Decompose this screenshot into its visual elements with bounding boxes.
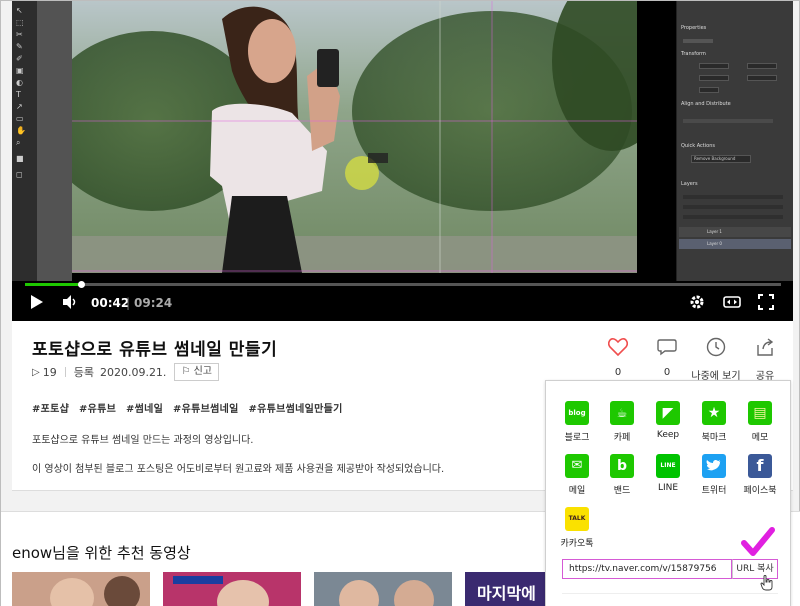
time-separator: | [126,296,131,310]
registered-date: 2020.09.21. [99,365,167,379]
settings-gear-icon[interactable] [689,294,705,315]
view-count-icon: ▷ [32,366,40,378]
share-bookmark-button[interactable]: ★ 북마크 [689,401,739,443]
share-band-button[interactable]: b 밴드 [597,454,647,496]
share-memo-button[interactable]: ▤ 메모 [735,401,785,443]
share-cafe-button[interactable]: ☕ 카페 [597,401,647,443]
popup-divider [562,593,778,594]
comment-button[interactable]: 0 [642,337,692,378]
watch-later-button[interactable]: 나중에 보기 [691,337,741,382]
page-frame: ↖ ⬚ ✂ ✎ ✐ ▣ ◐ T ↗ ▭ ✋ ⌕ ■ ◻ Properties T… [0,0,800,606]
share-button[interactable]: 공유 [740,337,790,382]
ps-quick-actions-title: Quick Actions [681,143,715,149]
hand-cursor-icon [760,575,773,591]
player-controls: 00:42 | 09:24 [12,291,793,317]
hashtag-link[interactable]: #포토샵 [32,404,69,415]
comment-count: 0 [663,367,671,378]
video-title: 포토샵으로 유튜브 썸네일 만들기 [32,340,278,360]
description-line: 포토샵으로 유튜브 썸네일 만드는 과정의 영상입니다. [32,435,254,446]
memo-icon: ▤ [748,401,772,425]
twitter-icon [702,454,726,478]
recommendation-thumbnail[interactable] [12,572,150,606]
video-player[interactable]: ↖ ⬚ ✂ ✎ ✐ ▣ ◐ T ↗ ▭ ✋ ⌕ ■ ◻ Properties T… [12,1,793,321]
bookmark-icon: ★ [702,401,726,425]
ps-align-title: Align and Distribute [681,101,731,107]
progress-bar[interactable] [25,281,781,288]
photoshop-canvas-background [37,1,72,281]
share-mail-button[interactable]: ✉ 메일 [552,454,602,496]
wide-mode-icon[interactable] [723,294,741,315]
play-icon[interactable] [30,294,44,315]
share-icon [740,337,790,361]
facebook-icon: f [748,454,772,478]
share-mail-label: 메일 [568,486,586,496]
hashtag-link[interactable]: #유튜브썸네일만들기 [248,404,342,415]
share-cafe-label: 카페 [613,433,631,443]
band-icon: b [610,454,634,478]
blog-icon: blog [565,401,589,425]
report-button[interactable]: ⚐ 신고 [174,363,219,381]
kakaotalk-icon: TALK [565,507,589,531]
hashtag-list: #포토샵 #유튜브 #썸네일 #유튜브썸네일 #유튜브썸네일만들기 [32,400,343,415]
share-blog-label: 블로그 [564,433,590,443]
view-count: 19 [42,365,57,379]
video-meta: ▷ 19 등록 2020.09.21. ⚐ 신고 [32,363,219,381]
report-flag-icon: ⚐ [181,366,191,377]
share-kakaotalk-button[interactable]: TALK 카카오톡 [552,507,602,549]
comment-icon [642,337,692,361]
cafe-icon: ☕ [610,401,634,425]
volume-icon[interactable] [62,294,78,315]
share-twitter-button[interactable]: 트위터 [689,454,739,496]
share-keep-label: Keep [656,430,680,440]
photoshop-panels: Properties Transform Align and Distribut… [676,1,793,281]
thumbnail-banner-text: 마지막에 [477,584,536,603]
share-kakaotalk-label: 카카오톡 [560,539,594,549]
checkmark-icon [741,527,775,556]
share-keep-button[interactable]: ◤ Keep [643,401,693,440]
recommendation-title: enow님을 위한 추천 동영상 [12,544,191,562]
share-blog-button[interactable]: blog 블로그 [552,401,602,443]
share-line-button[interactable]: LINE LINE [643,454,693,493]
photoshop-toolbar: ↖ ⬚ ✂ ✎ ✐ ▣ ◐ T ↗ ▭ ✋ ⌕ ■ ◻ [12,1,37,281]
hashtag-link[interactable]: #유튜브 [79,404,116,415]
like-count: 0 [614,367,622,378]
keep-icon: ◤ [656,401,680,425]
ps-remove-background-button: Remove Background [691,155,751,163]
ps-layers-title: Layers [681,181,698,187]
like-button[interactable]: 0 [593,337,643,378]
clock-icon [691,337,741,361]
hashtag-link[interactable]: #유튜브썸네일 [173,404,239,415]
share-facebook-button[interactable]: f 페이스북 [735,454,785,496]
report-label: 신고 [193,366,212,377]
heart-icon [593,337,643,361]
girl-with-phone-image [72,1,637,273]
hashtag-link[interactable]: #썸네일 [126,404,163,415]
mail-icon: ✉ [565,454,589,478]
description-line: 이 영상이 첨부된 블로그 포스팅은 어도비로부터 원고료와 제품 사용권을 제… [32,464,445,475]
ps-layer-1: Layer 1 [679,227,791,237]
progress-knob[interactable] [77,281,85,288]
registered-label: 등록 [73,366,94,379]
share-facebook-label: 페이스북 [743,486,777,496]
current-time: 00:42 [91,296,130,310]
line-icon: LINE [656,454,680,478]
fullscreen-icon[interactable] [758,294,774,315]
progress-fill [25,283,81,286]
ps-layer-0: Layer 0 [679,239,791,249]
share-twitter-label: 트위터 [701,486,727,496]
share-band-label: 밴드 [613,486,631,496]
recommendation-thumbnail[interactable] [314,572,452,606]
total-time: 09:24 [134,296,173,310]
meta-divider [64,367,66,377]
recommendation-thumbnail[interactable] [163,572,301,606]
share-memo-label: 메모 [751,433,769,443]
share-url-field[interactable]: https://tv.naver.com/v/15879756 [562,559,732,579]
ps-properties-title: Properties [681,25,707,31]
video-frame-photo [72,1,637,273]
ps-transform-title: Transform [681,51,706,57]
share-line-label: LINE [657,483,679,493]
share-bookmark-label: 북마크 [701,433,727,443]
share-popup: blog 블로그 ☕ 카페 ◤ Keep ★ 북마크 ▤ 메모 ✉ 메일 b 밴… [545,380,791,606]
